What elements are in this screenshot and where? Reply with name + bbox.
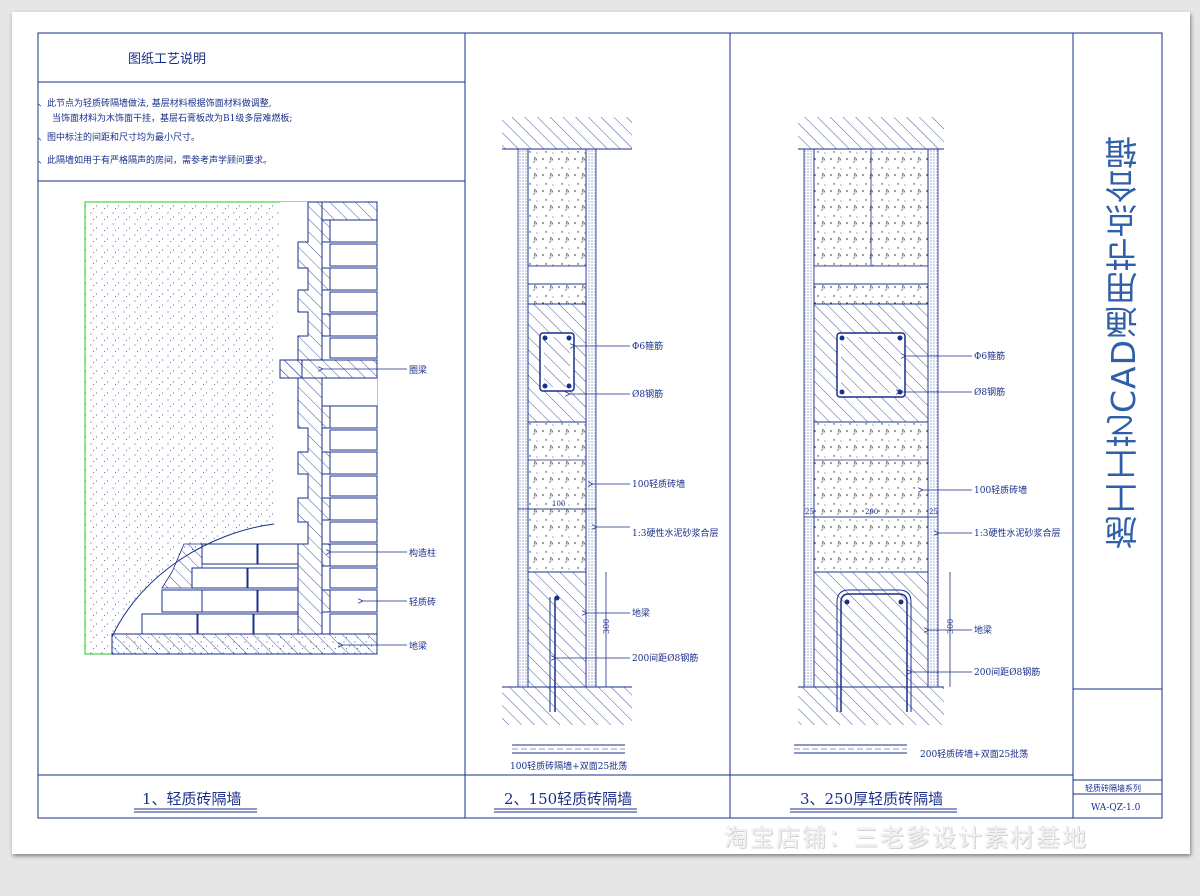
p3-label-rebar: Ø8钢筋 <box>974 386 1005 398</box>
p3-label-mortar: 1:3硬性水泥砂浆合层 <box>974 527 1061 539</box>
note-3: 、此隔墙如用于有严格隔声的房间，需参考声学顾问要求。 <box>38 154 272 166</box>
note-1: 、此节点为轻质砖隔墙做法, 基层材料根据饰面材料做调整, <box>38 97 272 109</box>
title-block: 轻质砖隔墙系列 WA-QZ-1.0 <box>1085 783 1141 813</box>
watermark-text: 淘宝店铺：三老爹设计素材基地 <box>724 824 1088 852</box>
panel3-section: 200 25 25 300 Φ6箍筋 Ø8钢筋 100轻质砖墙 1:3硬性水泥砂… <box>790 117 1061 813</box>
p2-label-bar-spacing: 200间距Ø8钢筋 <box>632 652 698 664</box>
label-brick: 轻质砖 <box>409 596 436 608</box>
p2-label-wall: 100轻质砖墙 <box>632 478 685 490</box>
ground-beam-2 <box>527 571 587 688</box>
dim-width-3: 200 <box>865 508 878 516</box>
cad-drawing: 图纸工艺说明 、此节点为轻质砖隔墙做法, 基层材料根据饰面材料做调整, 当饰面材… <box>37 32 1163 819</box>
side-title: 施工工艺CAD通用节点合辑 <box>1104 134 1143 550</box>
p3-label-bar-spacing: 200间距Ø8钢筋 <box>974 666 1040 678</box>
p3-label-ground-beam: 地梁 <box>974 624 992 636</box>
p3-label-stirrup: Φ6箍筋 <box>974 350 1005 362</box>
side-title-box: 施工工艺CAD通用节点合辑 <box>1094 82 1154 602</box>
panel2-caption: 2、150轻质砖隔墙 <box>504 790 632 808</box>
p3-legend: 200轻质砖墙+双面25批荡 <box>920 748 1028 760</box>
p2-label-mortar: 1:3硬性水泥砂浆合层 <box>632 527 719 539</box>
label-column: 构造柱 <box>409 547 436 559</box>
panel1-elevation: 圈梁 构造柱 轻质砖 地梁 1、轻质砖隔墙 <box>84 201 436 813</box>
ground-beam <box>111 633 378 655</box>
panel2-section: 100 300 Φ6箍筋 Ø8钢筋 100轻质砖墙 1:3硬性水泥砂浆合层 地梁… <box>494 117 719 813</box>
label-ground-beam: 地梁 <box>409 640 427 652</box>
p2-legend: 100轻质砖隔墙+双面25批荡 <box>510 760 627 772</box>
label-ring-beam: 圈梁 <box>409 364 427 376</box>
dim-side-b: 25 <box>929 508 938 516</box>
dim-side-a: 25 <box>805 508 814 516</box>
dim-height-3: 300 <box>946 619 955 634</box>
p2-label-rebar: Ø8钢筋 <box>632 388 663 400</box>
drawing-code: WA-QZ-1.0 <box>1091 803 1141 813</box>
note-2: 、图中标注的间距和尺寸均为最小尺寸。 <box>38 131 200 143</box>
panel1-caption: 1、轻质砖隔墙 <box>142 790 242 808</box>
notes-block: 图纸工艺说明 、此节点为轻质砖隔墙做法, 基层材料根据饰面材料做调整, 当饰面材… <box>38 52 292 166</box>
p2-label-stirrup: Φ6箍筋 <box>632 340 663 352</box>
dim-height: 300 <box>602 619 611 634</box>
notes-title: 图纸工艺说明 <box>128 52 206 67</box>
note-1b: 当饰面材料为木饰面干挂，基层石膏板改为B1级多层难燃板; <box>52 112 292 124</box>
p3-label-wall: 100轻质砖墙 <box>974 484 1027 496</box>
panel3-caption: 3、250厚轻质砖隔墙 <box>800 790 943 808</box>
series-label: 轻质砖隔墙系列 <box>1085 783 1141 793</box>
p2-label-ground-beam: 地梁 <box>632 607 650 619</box>
drawing-sheet: 图纸工艺说明 、此节点为轻质砖隔墙做法, 基层材料根据饰面材料做调整, 当饰面材… <box>12 12 1190 854</box>
dim-width: 100 <box>552 500 565 508</box>
